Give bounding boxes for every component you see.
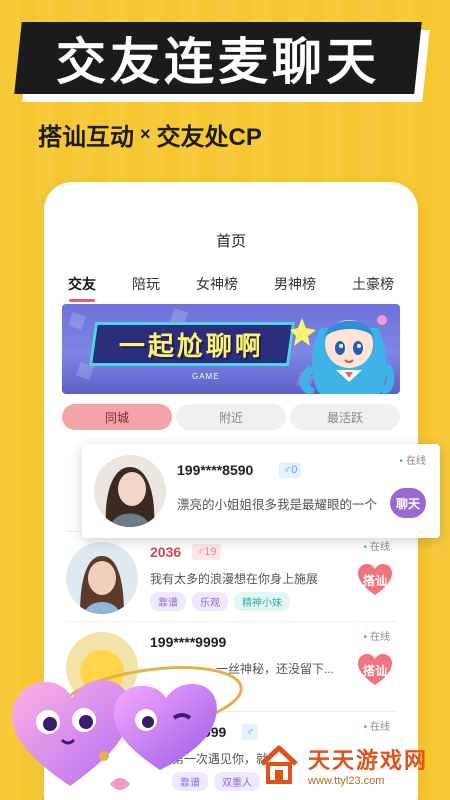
site-watermark: 天天游戏网 www.ttyl23.com — [256, 738, 442, 792]
top-tabs: 交友 陪玩 女神榜 男神榜 土豪榜 — [62, 274, 400, 302]
tab-rich-rank[interactable]: 土豪榜 — [346, 274, 400, 302]
avatar-photo — [94, 455, 166, 527]
online-text: 在线 — [406, 456, 426, 467]
user-bio: 漂亮的小姐姐很多我是最耀眼的一个 — [177, 498, 378, 512]
banner-tag: GAME — [192, 372, 220, 381]
tab-peiwan[interactable]: 陪玩 — [126, 274, 166, 302]
user-tag: 精神小妹 — [234, 592, 290, 611]
user-name: 2036 — [150, 544, 182, 560]
subline-right: 交友处CP — [156, 123, 262, 151]
online-dot-icon: • — [363, 632, 367, 643]
online-status: • 在线 — [363, 538, 390, 553]
list-item[interactable]: 2036 ♂19 • 在线 我有太多的浪漫想在你身上施展 靠谱 乐观 精神小妹 搭… — [66, 536, 396, 622]
user-age: 19 — [204, 546, 217, 558]
tab-goddess-rank[interactable]: 女神榜 — [190, 274, 244, 302]
greet-button[interactable]: 搭讪 — [358, 564, 392, 596]
banner-tile — [68, 312, 86, 330]
filter-pills: 同城 附近 最活跃 — [62, 404, 400, 430]
headline-text: 交友连麦聊天 — [56, 34, 380, 90]
promo-headline: 交友连麦聊天 — [14, 22, 430, 104]
gender-age-badge: ♂0 — [279, 462, 302, 478]
online-dot-icon: • — [399, 456, 403, 467]
filter-nearby[interactable]: 附近 — [176, 404, 286, 430]
house-logo-icon — [260, 745, 298, 784]
tab-god-rank[interactable]: 男神榜 — [268, 274, 322, 302]
headline-box: 交友连麦聊天 — [14, 22, 422, 94]
online-status: • 在线 — [363, 718, 390, 733]
user-tags: 靠谱 乐观 精神小妹 — [150, 592, 290, 611]
online-text: 在线 — [370, 722, 390, 733]
subline-left: 搭讪互动 — [38, 123, 134, 151]
online-status: • 在线 — [363, 628, 390, 643]
online-dot-icon: • — [363, 722, 367, 733]
anime-girl-illustration — [290, 315, 394, 394]
user-bio: 我有太多的浪漫想在你身上施展 — [150, 572, 319, 586]
watermark-text: 天天游戏网 www.ttyl23.com — [308, 743, 428, 787]
online-status: • 在线 — [399, 452, 426, 467]
online-text: 在线 — [370, 632, 390, 643]
user-name: 199****8590 — [177, 462, 254, 478]
filter-same-city[interactable]: 同城 — [62, 404, 172, 430]
banner-text: 一起尬聊啊 — [119, 330, 265, 361]
male-icon: ♂ — [283, 464, 292, 476]
online-text: 在线 — [370, 542, 390, 553]
promo-subline: 搭讪互动 × 交友处CP — [38, 118, 262, 151]
user-tag: 靠谱 — [150, 592, 186, 611]
page-title: 首页 — [215, 233, 246, 250]
male-icon: ♂ — [196, 546, 205, 558]
chat-button[interactable]: 聊天 — [390, 488, 426, 518]
watermark-cn: 天天游戏网 — [308, 748, 429, 773]
greet-button[interactable]: 搭讪 — [358, 654, 392, 686]
gender-age-badge: ♂19 — [192, 544, 221, 560]
times-icon: × — [140, 123, 151, 144]
online-dot-icon: • — [363, 542, 367, 553]
tab-jiaoyou[interactable]: 交友 — [62, 274, 102, 302]
greet-label: 搭讪 — [362, 664, 387, 678]
featured-user-card[interactable]: 199****8590 ♂0 • 在线 漂亮的小姐姐很多我是最耀眼的一个 聊天 — [82, 444, 440, 538]
avatar[interactable] — [94, 455, 166, 527]
user-age: 0 — [291, 464, 298, 476]
promo-banner[interactable]: 一起尬聊啊 GAME — [62, 304, 400, 394]
user-tag: 乐观 — [192, 592, 228, 611]
avatar[interactable] — [66, 542, 138, 614]
filter-most-active[interactable]: 最活跃 — [290, 404, 400, 430]
watermark-en: www.ttyl23.com — [308, 775, 385, 787]
greet-label: 搭讪 — [362, 574, 387, 588]
avatar-photo — [66, 542, 138, 614]
banner-plate: 一起尬聊啊 — [88, 322, 296, 366]
hearts-decoration — [11, 666, 243, 790]
